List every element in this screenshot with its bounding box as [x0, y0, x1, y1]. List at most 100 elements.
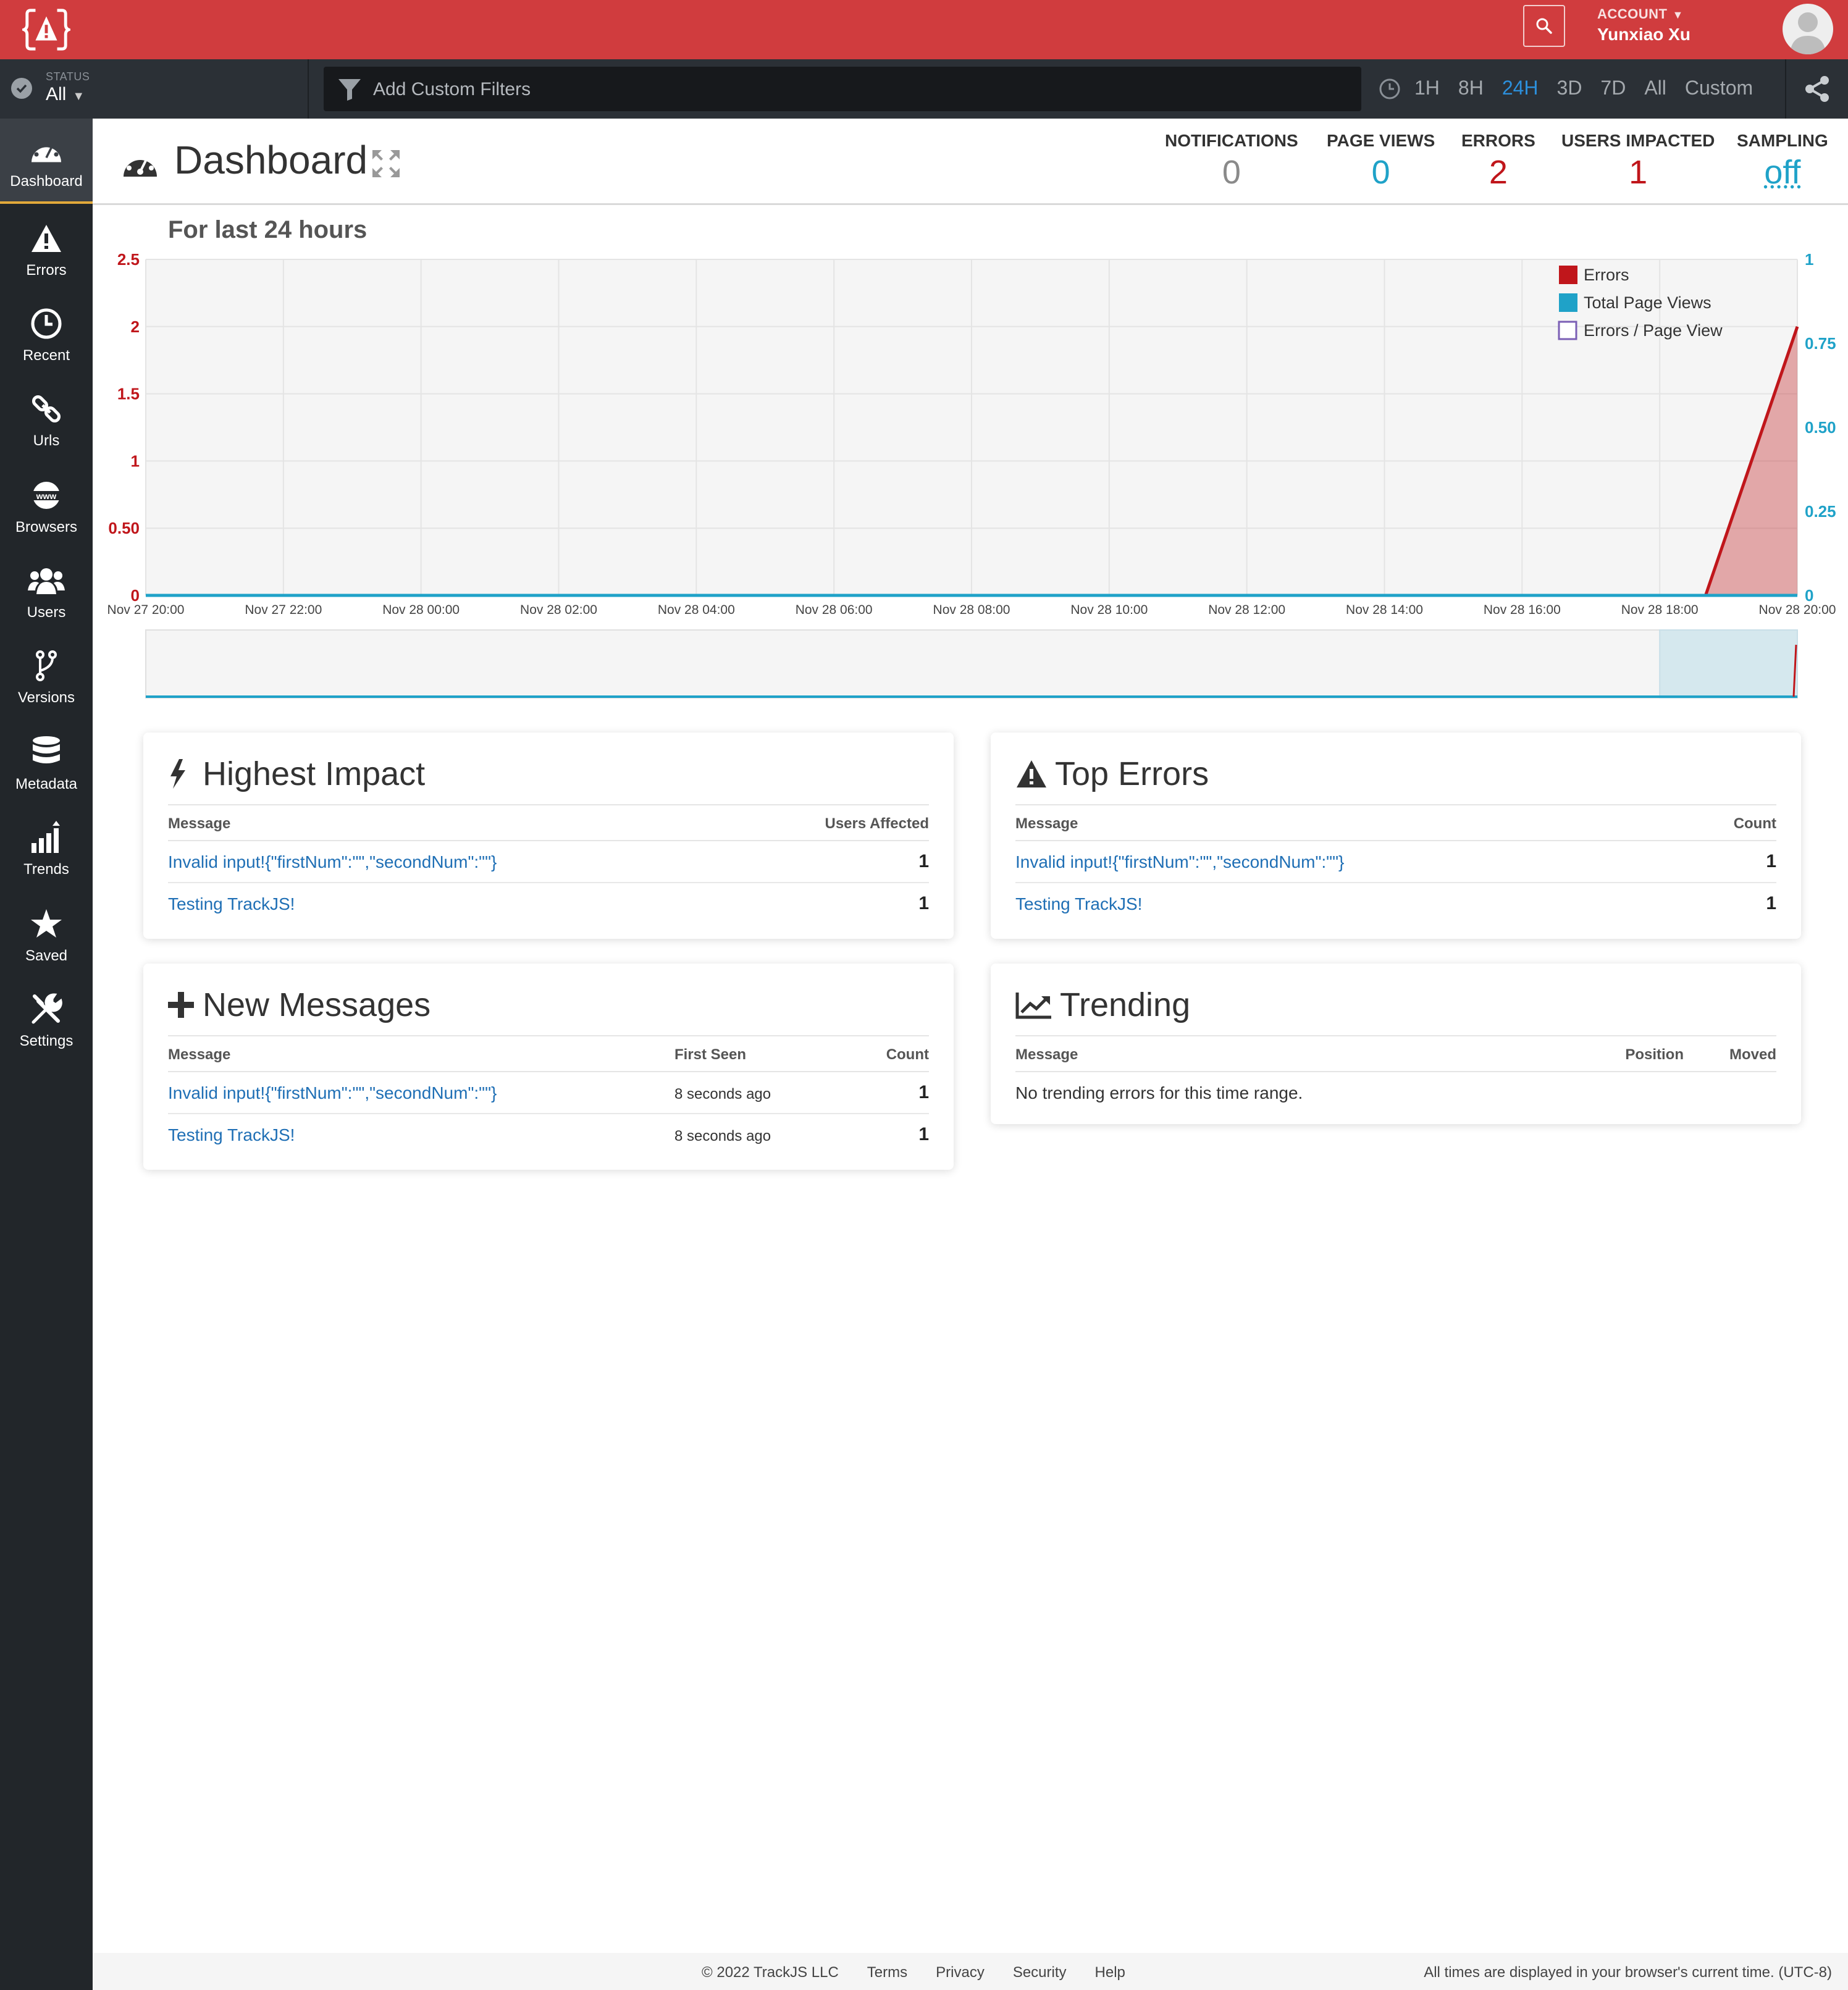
- table-row[interactable]: Invalid input!{"firstNum":"","secondNum"…: [168, 841, 929, 883]
- expand-icon[interactable]: [371, 148, 401, 179]
- account-menu[interactable]: ACCOUNT ▼ Yunxiao Xu: [1597, 6, 1690, 44]
- table-row[interactable]: Invalid input!{"firstNum":"","secondNum"…: [168, 1072, 929, 1114]
- status-value: All: [46, 84, 67, 104]
- time-range-tab-1h[interactable]: 1H: [1414, 77, 1440, 99]
- filter-placeholder: Add Custom Filters: [373, 79, 531, 99]
- stat-sampling[interactable]: SAMPLING off: [1737, 131, 1828, 191]
- error-message-link[interactable]: Testing TrackJS!: [1015, 894, 1142, 914]
- sidebar-item-urls[interactable]: Urls: [0, 378, 93, 463]
- table-row[interactable]: Testing TrackJS! 1: [1015, 883, 1776, 925]
- sidebar-item-metadata[interactable]: Metadata: [0, 721, 93, 807]
- y-right-tick-label: 1: [1805, 250, 1813, 269]
- sidebar-item-label: Trends: [23, 861, 69, 878]
- x-tick-label: Nov 28 20:00: [1759, 603, 1836, 617]
- time-range-tab-24h[interactable]: 24H: [1502, 77, 1539, 99]
- legend-label: Errors: [1584, 266, 1629, 284]
- legend-label: Total Page Views: [1584, 293, 1712, 312]
- filter-icon: [338, 79, 361, 101]
- error-count: 1: [1766, 851, 1776, 871]
- stat-notifications[interactable]: NOTIFICATIONS 0: [1165, 131, 1298, 191]
- warning-icon: [28, 220, 65, 257]
- sidebar-item-errors[interactable]: Errors: [0, 208, 93, 293]
- status-label: STATUS: [46, 70, 90, 83]
- time-range-tab-8h[interactable]: 8H: [1458, 77, 1484, 99]
- x-tick-label: Nov 28 00:00: [382, 603, 460, 617]
- range-navigator: [145, 629, 1798, 699]
- sidebar-item-label: Browsers: [15, 519, 78, 535]
- footer-link-help[interactable]: Help: [1095, 1964, 1125, 1981]
- y-right-tick-label: 0.75: [1805, 334, 1836, 353]
- page-title: Dashboard: [174, 138, 368, 182]
- y-left-tick-label: 2.5: [117, 250, 140, 269]
- sidebar: Dashboard Errors Recent Urls www Browsers User…: [0, 119, 93, 1990]
- sidebar-item-browsers[interactable]: www Browsers: [0, 464, 93, 550]
- x-tick-label: Nov 28 16:00: [1484, 603, 1561, 617]
- search-icon: [1536, 18, 1552, 34]
- error-message-link[interactable]: Invalid input!{"firstNum":"","secondNum"…: [1015, 852, 1344, 872]
- sidebar-item-versions[interactable]: Versions: [0, 635, 93, 720]
- table-row[interactable]: Invalid input!{"firstNum":"","secondNum"…: [1015, 841, 1776, 883]
- errors-chart[interactable]: Nov 27 20:00 Nov 27 22:00 Nov 28 00:00 Nov …: [93, 241, 1848, 710]
- trending-panel: Trending Message Position Moved No trend…: [991, 964, 1801, 1124]
- status-filter[interactable]: STATUS All ▼: [0, 59, 309, 119]
- custom-filter-input[interactable]: Add Custom Filters: [324, 67, 1361, 111]
- sidebar-item-saved[interactable]: Saved: [0, 893, 93, 978]
- avatar[interactable]: [1783, 4, 1833, 54]
- stat-value: 0: [1222, 154, 1241, 191]
- sidebar-item-trends[interactable]: Trends: [0, 807, 93, 892]
- sidebar-item-settings[interactable]: Settings: [0, 978, 93, 1064]
- stat-errors[interactable]: ERRORS 2: [1461, 131, 1535, 191]
- filter-bar: STATUS All ▼ Add Custom Filters 1H 8H 24H 3D…: [0, 59, 1848, 119]
- legend-swatch: [1558, 321, 1577, 340]
- message-count: 1: [918, 1082, 929, 1102]
- sidebar-item-users[interactable]: Users: [0, 550, 93, 635]
- dashboard-icon: [124, 152, 157, 177]
- error-message-link[interactable]: Invalid input!{"firstNum":"","secondNum"…: [168, 852, 497, 872]
- top-bar: ACCOUNT ▼ Yunxiao Xu: [0, 0, 1848, 59]
- empty-state-text: No trending errors for this time range.: [1015, 1083, 1303, 1102]
- y-right-tick-label: 0.50: [1805, 418, 1836, 437]
- sidebar-item-dashboard[interactable]: Dashboard: [0, 119, 93, 204]
- trackjs-logo[interactable]: [0, 0, 93, 59]
- first-seen-time: 8 seconds ago: [674, 1128, 771, 1144]
- column-header-count: Count: [1733, 815, 1776, 832]
- stat-users-impacted[interactable]: USERS IMPACTED 1: [1561, 131, 1715, 191]
- sidebar-item-label: Errors: [26, 262, 67, 279]
- users-affected-count: 1: [918, 851, 929, 871]
- highest-impact-panel: Highest Impact Message Users Affected In…: [143, 733, 954, 939]
- stat-page-views[interactable]: PAGE VIEWS 0: [1327, 131, 1435, 191]
- error-message-link[interactable]: Testing TrackJS!: [168, 1125, 295, 1145]
- bolt-icon: [168, 759, 195, 789]
- range-navigator-selection: [1659, 629, 1799, 699]
- top-errors-panel: Top Errors Message Count Invalid input!{…: [991, 733, 1801, 939]
- column-header-message: Message: [1015, 1046, 1078, 1063]
- footer-link-security[interactable]: Security: [1013, 1964, 1067, 1981]
- svg-text:www: www: [36, 491, 57, 501]
- branch-icon: [28, 647, 65, 684]
- error-message-link[interactable]: Testing TrackJS!: [168, 894, 295, 914]
- footer-link-privacy[interactable]: Privacy: [936, 1964, 985, 1981]
- chevron-down-icon: ▼: [1672, 9, 1684, 21]
- y-left-tick-label: 1.5: [117, 385, 140, 403]
- sidebar-item-label: Versions: [17, 689, 75, 706]
- time-range-tab-3d[interactable]: 3D: [1557, 77, 1582, 99]
- panel-title: Top Errors: [1055, 755, 1209, 792]
- footer-link-terms[interactable]: Terms: [867, 1964, 907, 1981]
- table-row[interactable]: Testing TrackJS! 1: [168, 883, 929, 925]
- time-range-tab-7d[interactable]: 7D: [1600, 77, 1626, 99]
- time-range-tab-custom[interactable]: Custom: [1685, 77, 1753, 99]
- x-tick-label: Nov 28 04:00: [658, 603, 735, 617]
- table-row[interactable]: Testing TrackJS! 8 seconds ago 1: [168, 1114, 929, 1156]
- share-button[interactable]: [1785, 59, 1848, 119]
- time-range-tab-all[interactable]: All: [1644, 77, 1666, 99]
- error-message-link[interactable]: Invalid input!{"firstNum":"","secondNum"…: [168, 1083, 497, 1103]
- table-header: Message First Seen Count: [168, 1035, 929, 1072]
- x-tick-label: Nov 28 18:00: [1621, 603, 1699, 617]
- sidebar-item-recent[interactable]: Recent: [0, 293, 93, 378]
- y-right-tick-label: 0.25: [1805, 502, 1836, 521]
- database-icon: [28, 734, 65, 771]
- users-affected-count: 1: [918, 893, 929, 913]
- global-search-button[interactable]: [1523, 5, 1565, 47]
- table-header: Message Position Moved: [1015, 1035, 1776, 1072]
- dashboard-icon: [28, 131, 65, 168]
